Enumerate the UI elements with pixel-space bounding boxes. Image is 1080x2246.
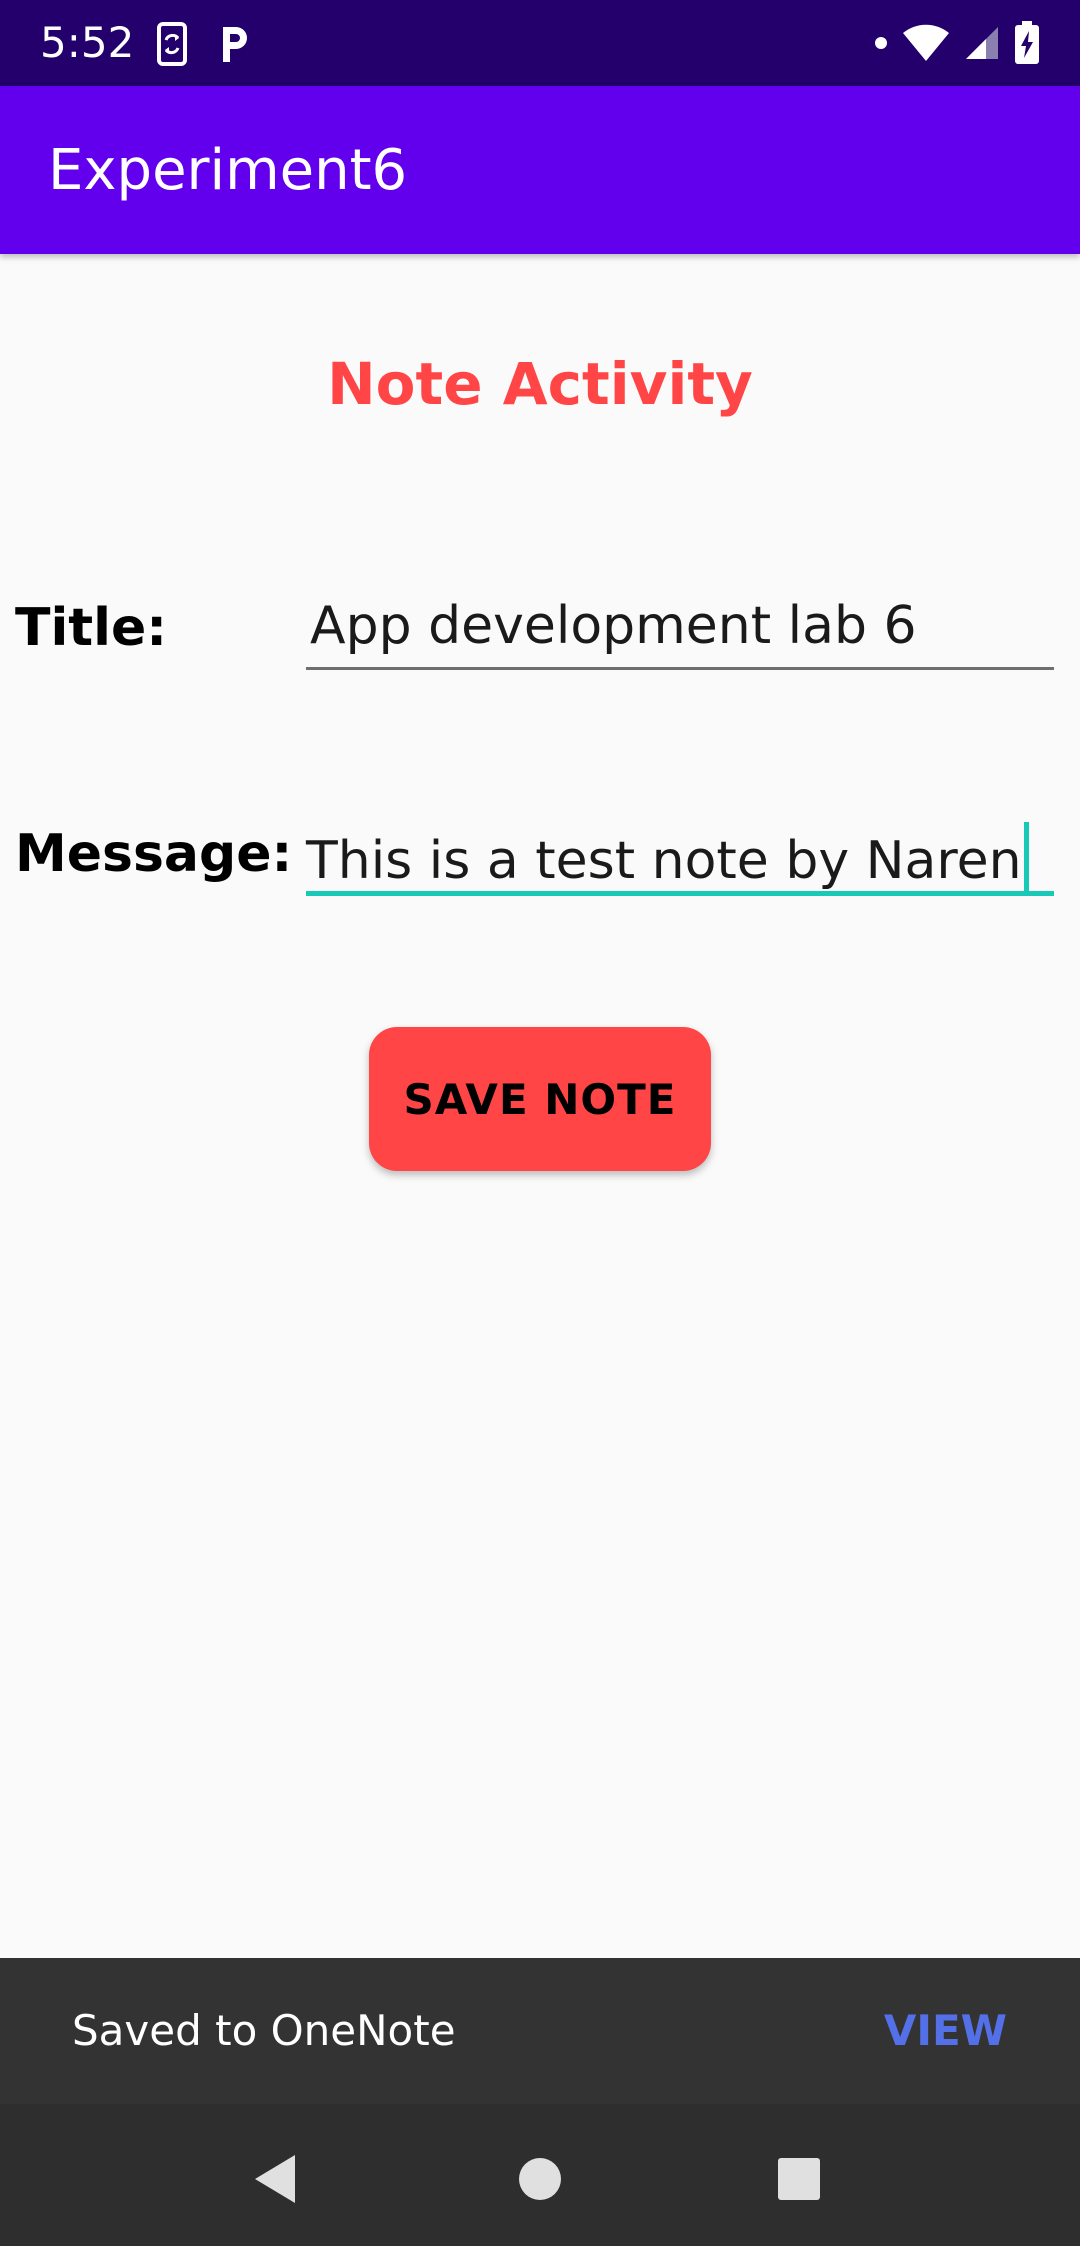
snackbar: Saved to OneNote VIEW (0, 1958, 1080, 2104)
status-time: 5:52 (40, 18, 135, 67)
home-icon[interactable] (505, 2144, 575, 2214)
message-input[interactable]: This is a test note by Naren (306, 816, 1054, 896)
parking-icon (218, 24, 252, 64)
wifi-icon (902, 24, 950, 62)
message-input-value: This is a test note by Naren (306, 831, 1022, 891)
phone-sync-icon (155, 22, 191, 66)
snackbar-message: Saved to OneNote (72, 2006, 456, 2055)
notification-dot-icon (874, 36, 888, 50)
recents-icon[interactable] (764, 2144, 834, 2214)
status-bar: 5:52 (0, 0, 1080, 86)
message-input-text: This is a test note by Naren (306, 822, 1029, 892)
save-note-button[interactable]: SAVE NOTE (369, 1027, 711, 1171)
app-title: Experiment6 (48, 138, 408, 203)
cell-signal-icon (964, 25, 1000, 61)
message-label: Message: (15, 824, 293, 884)
snackbar-view-button[interactable]: VIEW (884, 2006, 1007, 2055)
back-icon[interactable] (240, 2144, 310, 2214)
navigation-bar (0, 2104, 1080, 2246)
text-cursor (1023, 822, 1029, 892)
app-bar: Experiment6 (0, 86, 1080, 254)
page-heading: Note Activity (327, 350, 753, 418)
title-input[interactable]: App development lab 6 (306, 590, 1054, 670)
title-label: Title: (15, 598, 168, 658)
battery-charging-icon (1014, 21, 1040, 65)
title-input-value: App development lab 6 (310, 596, 917, 656)
